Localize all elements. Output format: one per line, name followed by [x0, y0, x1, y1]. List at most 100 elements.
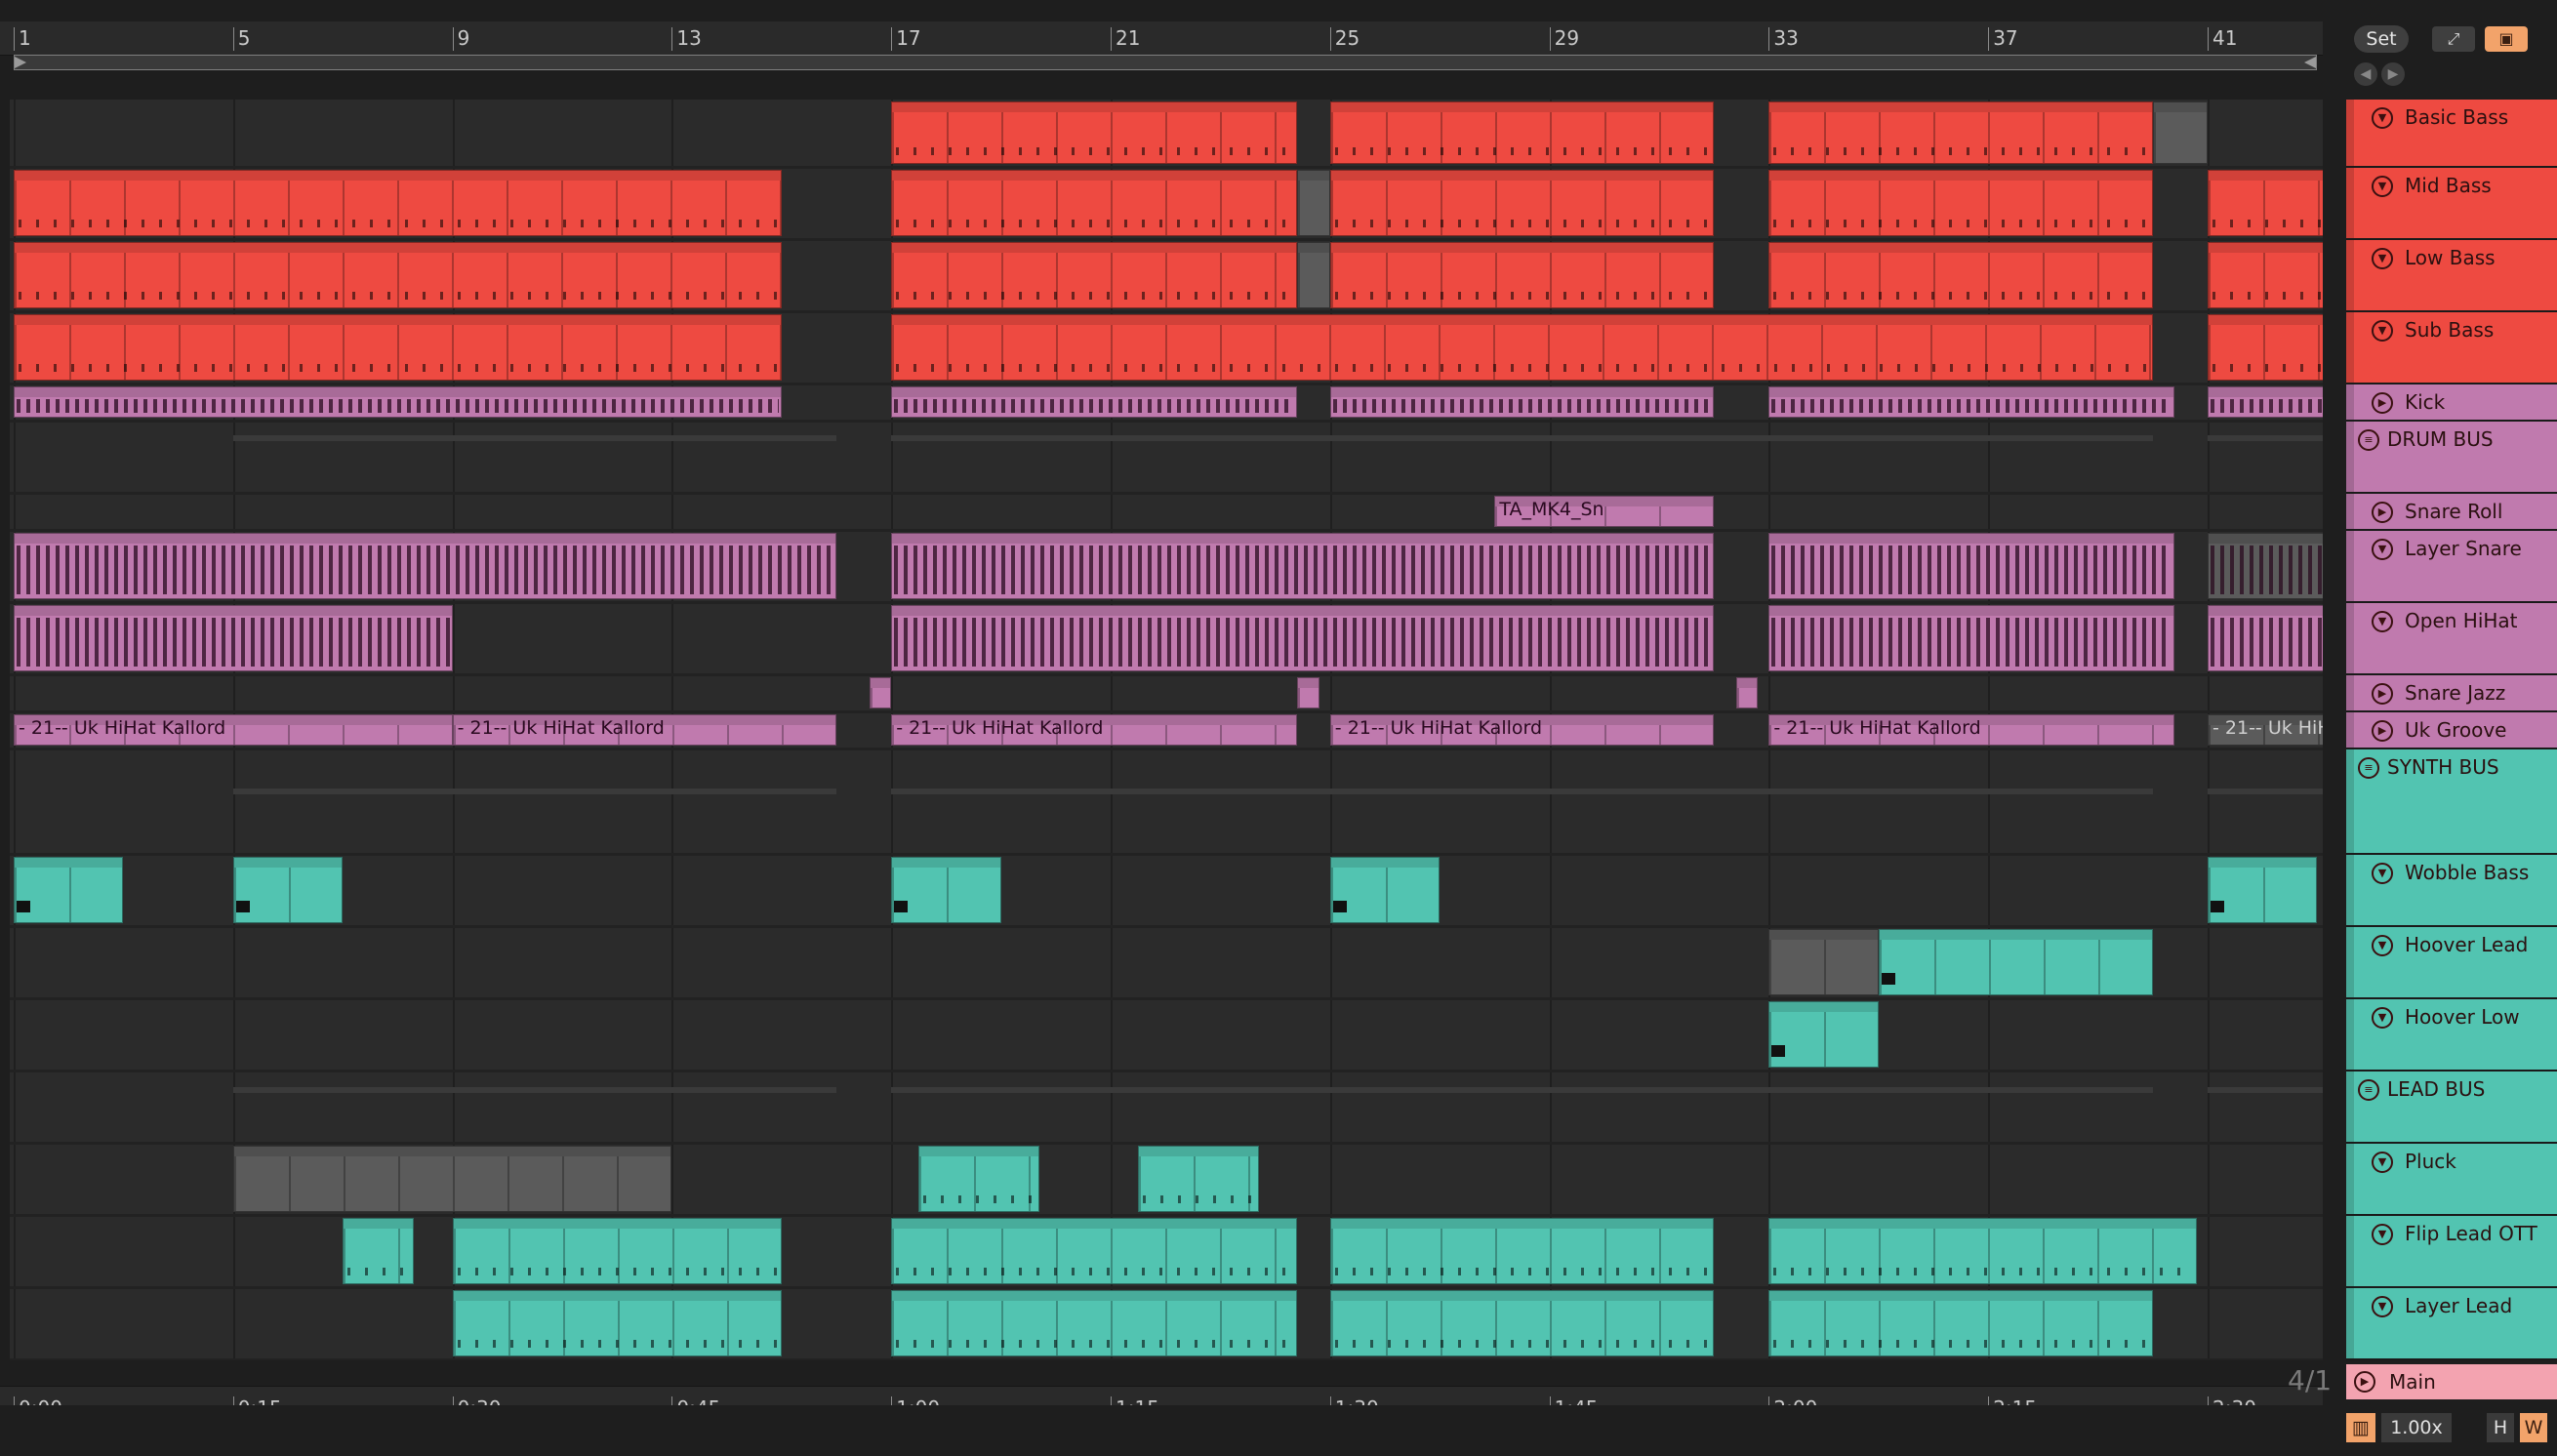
- clip[interactable]: [1297, 170, 1330, 236]
- track-header-kick[interactable]: ▶ Kick: [2346, 384, 2557, 422]
- clip[interactable]: [14, 533, 836, 599]
- clip[interactable]: [14, 170, 782, 236]
- track-header-mid-bass[interactable]: ▼ Mid Bass: [2346, 168, 2557, 240]
- clip[interactable]: [1768, 533, 2175, 599]
- track-header-snare-jazz[interactable]: ▶ Snare Jazz: [2346, 675, 2557, 712]
- clip[interactable]: [1329, 101, 1715, 164]
- clip-header[interactable]: [1330, 858, 1440, 868]
- clip[interactable]: [891, 101, 1298, 164]
- track-header-body[interactable]: ▼ Sub Bass: [2364, 312, 2557, 383]
- clip[interactable]: [1878, 929, 2153, 995]
- clip-header[interactable]: [1769, 534, 2174, 544]
- clip[interactable]: [891, 605, 1715, 671]
- track-header-lead-bus[interactable]: ≡ LEAD BUS: [2346, 1072, 2557, 1144]
- track-header-body[interactable]: ▼ Hoover Low: [2364, 999, 2557, 1070]
- clip[interactable]: - 21-- Uk HiHat Kallord: [1329, 714, 1715, 746]
- clip[interactable]: [891, 857, 1001, 923]
- clip-header[interactable]: [1298, 243, 1329, 253]
- track-header-hoover-lead[interactable]: ▼ Hoover Lead: [2346, 927, 2557, 999]
- clip[interactable]: [1768, 386, 2175, 418]
- track-header-basic-bass[interactable]: ▼ Basic Bass: [2346, 100, 2557, 168]
- track-header-body[interactable]: ▼ Layer Snare: [2364, 531, 2557, 601]
- track-header-body[interactable]: ▶ Snare Jazz: [2364, 675, 2557, 710]
- clip[interactable]: [1768, 605, 2175, 671]
- clip[interactable]: [1768, 101, 2153, 164]
- track-header-hoover-low[interactable]: ▼ Hoover Low: [2346, 999, 2557, 1072]
- clip-header[interactable]: [15, 606, 452, 616]
- track-header-low-bass[interactable]: ▼ Low Bass: [2346, 240, 2557, 312]
- clip-header[interactable]: [892, 606, 1714, 616]
- clip-header[interactable]: [1769, 243, 2152, 253]
- clip[interactable]: - 21-- Uk HiHat Kallord: [2208, 714, 2323, 746]
- clip[interactable]: [1329, 242, 1715, 308]
- chevron-down-icon[interactable]: ▼: [2372, 935, 2393, 956]
- group-icon[interactable]: ≡: [2358, 429, 2379, 451]
- group-icon[interactable]: ≡: [2358, 1079, 2379, 1101]
- track-header-body[interactable]: ▼ Basic Bass: [2364, 100, 2557, 166]
- main-track-header[interactable]: ▶ Main: [2346, 1364, 2557, 1399]
- clip[interactable]: [1768, 1218, 2197, 1284]
- clip-header[interactable]: [892, 1219, 1297, 1229]
- clip-header[interactable]: [15, 858, 123, 868]
- clip[interactable]: [2208, 242, 2323, 308]
- chevron-down-icon[interactable]: ▼: [2372, 248, 2393, 269]
- clip[interactable]: [1329, 170, 1715, 236]
- clip-header[interactable]: [453, 1219, 781, 1229]
- clip[interactable]: [1768, 929, 1879, 995]
- forward-arrow-icon[interactable]: ▶: [2381, 62, 2405, 86]
- clip[interactable]: [14, 605, 453, 671]
- expand-icon[interactable]: ⤢: [2432, 26, 2475, 52]
- clip-header[interactable]: [2209, 243, 2323, 253]
- clip[interactable]: [1329, 857, 1441, 923]
- clip-header[interactable]: [2209, 315, 2323, 325]
- clip-header[interactable]: [1330, 1291, 1714, 1301]
- group-icon[interactable]: ≡: [2358, 757, 2379, 779]
- chevron-down-icon[interactable]: ▼: [2372, 176, 2393, 197]
- track-header-drum-bus[interactable]: ≡ DRUM BUS: [2346, 422, 2557, 494]
- clip[interactable]: [891, 386, 1298, 418]
- clip-header[interactable]: [1330, 102, 1714, 112]
- clip[interactable]: - 21-- Uk HiHat Kallord: [14, 714, 453, 746]
- clip[interactable]: [1329, 386, 1715, 418]
- clip[interactable]: [891, 170, 1298, 236]
- play-icon[interactable]: ▶: [2372, 720, 2393, 742]
- clip[interactable]: [2208, 533, 2323, 599]
- clip-header[interactable]: [1769, 387, 2174, 397]
- clip-header[interactable]: [870, 678, 891, 688]
- clip[interactable]: [452, 1290, 782, 1356]
- clip[interactable]: [2152, 101, 2208, 164]
- track-header-body[interactable]: ▼ Wobble Bass: [2364, 855, 2557, 925]
- chevron-down-icon[interactable]: ▼: [2372, 1007, 2393, 1029]
- clip[interactable]: [2208, 314, 2323, 381]
- clip[interactable]: [869, 677, 892, 708]
- clip[interactable]: [1297, 677, 1319, 708]
- bar-ruler[interactable]: 159131721252933374145495357616569737781: [0, 21, 2456, 56]
- clip[interactable]: [2208, 857, 2318, 923]
- clip[interactable]: [1329, 1290, 1715, 1356]
- clip-header[interactable]: [2153, 102, 2207, 112]
- clip-header[interactable]: [2209, 858, 2317, 868]
- chevron-down-icon[interactable]: ▼: [2372, 320, 2393, 342]
- clip[interactable]: [891, 533, 1715, 599]
- clip-header[interactable]: [1330, 387, 1714, 397]
- chevron-down-icon[interactable]: ▼: [2372, 611, 2393, 632]
- track-header-body[interactable]: ▼ Low Bass: [2364, 240, 2557, 310]
- clip-header[interactable]: [15, 243, 781, 253]
- clip-header[interactable]: [892, 387, 1297, 397]
- track-header-body[interactable]: ▼ Flip Lead OTT: [2364, 1216, 2557, 1286]
- clip[interactable]: [1297, 242, 1330, 308]
- clip[interactable]: [1768, 170, 2153, 236]
- clip[interactable]: [1735, 677, 1759, 708]
- play-icon[interactable]: ▶: [2354, 1371, 2375, 1393]
- clip[interactable]: [891, 1218, 1298, 1284]
- clip-header[interactable]: [344, 1219, 414, 1229]
- track-header-uk-groove[interactable]: ▶ Uk Groove: [2346, 712, 2557, 749]
- clip-header[interactable]: [15, 534, 835, 544]
- chevron-down-icon[interactable]: ▼: [2372, 1224, 2393, 1245]
- clip-header[interactable]: [892, 315, 2152, 325]
- chevron-down-icon[interactable]: ▼: [2372, 107, 2393, 129]
- clip[interactable]: [232, 1146, 672, 1212]
- clip-header[interactable]: [1330, 171, 1714, 181]
- clip[interactable]: [1768, 242, 2153, 308]
- clip[interactable]: [14, 314, 782, 381]
